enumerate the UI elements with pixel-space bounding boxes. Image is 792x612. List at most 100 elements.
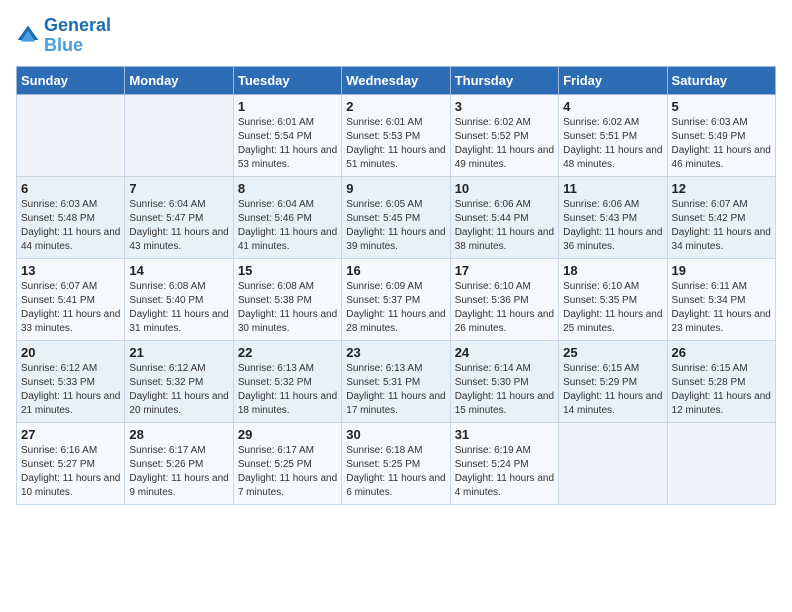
day-number: 1	[238, 99, 337, 114]
day-number: 9	[346, 181, 445, 196]
calendar-cell: 18 Sunrise: 6:10 AM Sunset: 5:35 PM Dayli…	[559, 258, 667, 340]
calendar-cell: 11Sunrise: 6:06 AM Sunset: 5:43 PM Dayli…	[559, 176, 667, 258]
calendar-cell	[17, 94, 125, 176]
calendar-table: SundayMondayTuesdayWednesdayThursdayFrid…	[16, 66, 776, 505]
day-number: 13	[21, 263, 120, 278]
day-number: 25	[563, 345, 662, 360]
calendar-cell: 24 Sunrise: 6:14 AM Sunset: 5:30 PM Dayli…	[450, 340, 558, 422]
calendar-cell: 19 Sunrise: 6:11 AM Sunset: 5:34 PM Dayli…	[667, 258, 775, 340]
calendar-cell: 4Sunrise: 6:02 AM Sunset: 5:51 PM Daylig…	[559, 94, 667, 176]
day-info: Sunrise: 6:17 AM Sunset: 5:25 PM Dayligh…	[238, 444, 337, 500]
calendar-cell: 30 Sunrise: 6:18 AM Sunset: 5:25 PM Dayli…	[342, 422, 450, 504]
calendar-cell: 14 Sunrise: 6:08 AM Sunset: 5:40 PM Dayli…	[125, 258, 233, 340]
day-info: Sunrise: 6:08 AM Sunset: 5:40 PM Dayligh…	[129, 280, 228, 336]
day-info: Sunrise: 6:04 AM Sunset: 5:47 PM Dayligh…	[129, 198, 228, 254]
day-number: 28	[129, 427, 228, 442]
calendar-cell: 15 Sunrise: 6:08 AM Sunset: 5:38 PM Dayli…	[233, 258, 341, 340]
day-number: 3	[455, 99, 554, 114]
day-info: Sunrise: 6:16 AM Sunset: 5:27 PM Dayligh…	[21, 444, 120, 500]
day-number: 10	[455, 181, 554, 196]
day-number: 19	[672, 263, 771, 278]
calendar-cell: 27 Sunrise: 6:16 AM Sunset: 5:27 PM Dayli…	[17, 422, 125, 504]
day-number: 14	[129, 263, 228, 278]
day-info: Sunrise: 6:14 AM Sunset: 5:30 PM Dayligh…	[455, 362, 554, 418]
weekday-header-monday: Monday	[125, 66, 233, 94]
calendar-cell: 17 Sunrise: 6:10 AM Sunset: 5:36 PM Dayli…	[450, 258, 558, 340]
day-info: Sunrise: 6:10 AM Sunset: 5:35 PM Dayligh…	[563, 280, 662, 336]
weekday-header-thursday: Thursday	[450, 66, 558, 94]
calendar-cell: 3Sunrise: 6:02 AM Sunset: 5:52 PM Daylig…	[450, 94, 558, 176]
day-number: 2	[346, 99, 445, 114]
calendar-cell: 8 Sunrise: 6:04 AM Sunset: 5:46 PM Daylig…	[233, 176, 341, 258]
calendar-cell: 26Sunrise: 6:15 AM Sunset: 5:28 PM Dayli…	[667, 340, 775, 422]
day-info: Sunrise: 6:17 AM Sunset: 5:26 PM Dayligh…	[129, 444, 228, 500]
day-info: Sunrise: 6:15 AM Sunset: 5:29 PM Dayligh…	[563, 362, 662, 418]
day-info: Sunrise: 6:07 AM Sunset: 5:42 PM Dayligh…	[672, 198, 771, 254]
day-number: 7	[129, 181, 228, 196]
calendar-week-5: 27 Sunrise: 6:16 AM Sunset: 5:27 PM Dayli…	[17, 422, 776, 504]
calendar-cell: 10 Sunrise: 6:06 AM Sunset: 5:44 PM Dayli…	[450, 176, 558, 258]
calendar-cell	[559, 422, 667, 504]
day-number: 8	[238, 181, 337, 196]
weekday-header-saturday: Saturday	[667, 66, 775, 94]
day-number: 17	[455, 263, 554, 278]
day-number: 26	[672, 345, 771, 360]
calendar-cell: 5 Sunrise: 6:03 AM Sunset: 5:49 PM Daylig…	[667, 94, 775, 176]
day-info: Sunrise: 6:07 AM Sunset: 5:41 PM Dayligh…	[21, 280, 120, 336]
calendar-cell: 29 Sunrise: 6:17 AM Sunset: 5:25 PM Dayli…	[233, 422, 341, 504]
day-info: Sunrise: 6:10 AM Sunset: 5:36 PM Dayligh…	[455, 280, 554, 336]
day-number: 29	[238, 427, 337, 442]
day-number: 6	[21, 181, 120, 196]
calendar-cell: 6Sunrise: 6:03 AM Sunset: 5:48 PM Daylig…	[17, 176, 125, 258]
calendar-cell: 1Sunrise: 6:01 AM Sunset: 5:54 PM Daylig…	[233, 94, 341, 176]
day-number: 12	[672, 181, 771, 196]
weekday-header-friday: Friday	[559, 66, 667, 94]
calendar-week-4: 20Sunrise: 6:12 AM Sunset: 5:33 PM Dayli…	[17, 340, 776, 422]
day-number: 21	[129, 345, 228, 360]
day-info: Sunrise: 6:12 AM Sunset: 5:32 PM Dayligh…	[129, 362, 228, 418]
day-number: 5	[672, 99, 771, 114]
day-info: Sunrise: 6:18 AM Sunset: 5:25 PM Dayligh…	[346, 444, 445, 500]
day-number: 31	[455, 427, 554, 442]
day-number: 15	[238, 263, 337, 278]
day-number: 27	[21, 427, 120, 442]
day-number: 18	[563, 263, 662, 278]
calendar-cell: 7 Sunrise: 6:04 AM Sunset: 5:47 PM Daylig…	[125, 176, 233, 258]
calendar-cell: 20Sunrise: 6:12 AM Sunset: 5:33 PM Dayli…	[17, 340, 125, 422]
day-number: 23	[346, 345, 445, 360]
day-info: Sunrise: 6:12 AM Sunset: 5:33 PM Dayligh…	[21, 362, 120, 418]
calendar-week-1: 1Sunrise: 6:01 AM Sunset: 5:54 PM Daylig…	[17, 94, 776, 176]
day-info: Sunrise: 6:01 AM Sunset: 5:53 PM Dayligh…	[346, 116, 445, 172]
day-info: Sunrise: 6:06 AM Sunset: 5:44 PM Dayligh…	[455, 198, 554, 254]
weekday-header-sunday: Sunday	[17, 66, 125, 94]
day-info: Sunrise: 6:13 AM Sunset: 5:31 PM Dayligh…	[346, 362, 445, 418]
calendar-week-2: 6Sunrise: 6:03 AM Sunset: 5:48 PM Daylig…	[17, 176, 776, 258]
calendar-cell: 31 Sunrise: 6:19 AM Sunset: 5:24 PM Dayli…	[450, 422, 558, 504]
calendar-cell: 9Sunrise: 6:05 AM Sunset: 5:45 PM Daylig…	[342, 176, 450, 258]
day-info: Sunrise: 6:08 AM Sunset: 5:38 PM Dayligh…	[238, 280, 337, 336]
day-info: Sunrise: 6:04 AM Sunset: 5:46 PM Dayligh…	[238, 198, 337, 254]
day-number: 16	[346, 263, 445, 278]
calendar-cell	[125, 94, 233, 176]
day-info: Sunrise: 6:19 AM Sunset: 5:24 PM Dayligh…	[455, 444, 554, 500]
day-info: Sunrise: 6:03 AM Sunset: 5:49 PM Dayligh…	[672, 116, 771, 172]
day-info: Sunrise: 6:11 AM Sunset: 5:34 PM Dayligh…	[672, 280, 771, 336]
weekday-header-tuesday: Tuesday	[233, 66, 341, 94]
day-info: Sunrise: 6:02 AM Sunset: 5:51 PM Dayligh…	[563, 116, 662, 172]
logo-icon	[16, 24, 40, 48]
page-header: General Blue	[16, 16, 776, 56]
day-number: 30	[346, 427, 445, 442]
logo-text: General Blue	[44, 16, 111, 56]
calendar-cell: 2 Sunrise: 6:01 AM Sunset: 5:53 PM Daylig…	[342, 94, 450, 176]
calendar-cell: 28 Sunrise: 6:17 AM Sunset: 5:26 PM Dayli…	[125, 422, 233, 504]
day-number: 11	[563, 181, 662, 196]
day-number: 22	[238, 345, 337, 360]
day-number: 24	[455, 345, 554, 360]
calendar-cell: 22Sunrise: 6:13 AM Sunset: 5:32 PM Dayli…	[233, 340, 341, 422]
calendar-cell	[667, 422, 775, 504]
calendar-cell: 21 Sunrise: 6:12 AM Sunset: 5:32 PM Dayli…	[125, 340, 233, 422]
calendar-cell: 23 Sunrise: 6:13 AM Sunset: 5:31 PM Dayli…	[342, 340, 450, 422]
calendar-cell: 16Sunrise: 6:09 AM Sunset: 5:37 PM Dayli…	[342, 258, 450, 340]
weekday-header-wednesday: Wednesday	[342, 66, 450, 94]
calendar-cell: 25 Sunrise: 6:15 AM Sunset: 5:29 PM Dayli…	[559, 340, 667, 422]
